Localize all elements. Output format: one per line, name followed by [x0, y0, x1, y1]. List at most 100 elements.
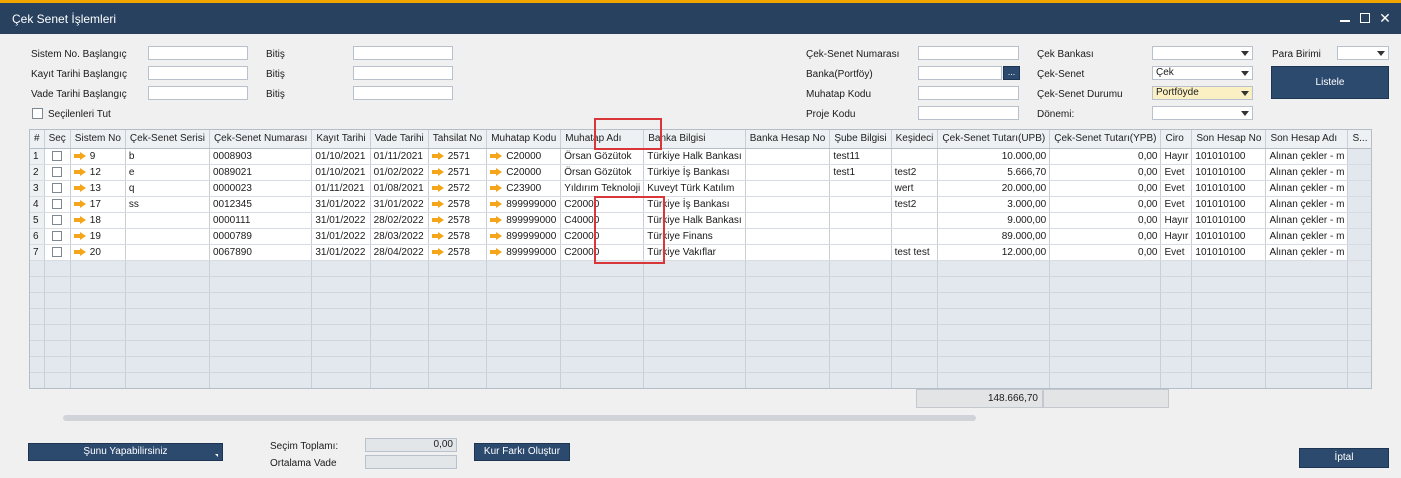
link-arrow-icon[interactable]	[490, 215, 503, 224]
link-cell[interactable]: 17	[70, 196, 126, 213]
link-cell[interactable]: 2571	[428, 148, 488, 165]
link-cell[interactable]: 2578	[428, 228, 488, 245]
column-header[interactable]: #	[30, 130, 45, 149]
link-arrow-icon[interactable]	[73, 199, 86, 208]
table-row[interactable]: 4 17 ss 0012345 31/01/2022 31/01/2022 2578 8999…	[30, 196, 1371, 213]
secilenleri-tut-checkbox[interactable]	[32, 108, 43, 119]
link-arrow-icon[interactable]	[431, 151, 444, 160]
column-header[interactable]: Çek-Senet Tutarı(UPB)	[937, 130, 1051, 149]
row-select-cell[interactable]	[44, 212, 71, 229]
link-arrow-icon[interactable]	[73, 167, 86, 176]
column-header[interactable]: Vade Tarihi	[370, 130, 429, 149]
link-cell[interactable]: 2578	[428, 212, 488, 229]
link-cell[interactable]: 9	[70, 148, 126, 165]
table-row[interactable]: 6 19 0000789 31/01/2022 28/03/2022 2578 899999…	[30, 228, 1371, 245]
row-select-checkbox[interactable]	[51, 198, 62, 209]
link-arrow-icon[interactable]	[73, 151, 86, 160]
iptal-button[interactable]: İptal	[1299, 448, 1389, 468]
row-select-checkbox[interactable]	[51, 182, 62, 193]
column-header[interactable]: Ciro	[1160, 130, 1193, 149]
link-cell[interactable]: 12	[70, 164, 126, 181]
banka-portfoy-input[interactable]	[918, 66, 1002, 80]
link-arrow-icon[interactable]	[431, 167, 444, 176]
row-select-cell[interactable]	[44, 164, 71, 181]
link-cell[interactable]: 899999000	[486, 244, 562, 261]
row-select-checkbox[interactable]	[51, 150, 62, 161]
link-cell[interactable]: C20000	[486, 164, 562, 181]
link-arrow-icon[interactable]	[431, 183, 444, 192]
donem-select[interactable]	[1152, 106, 1253, 120]
link-cell[interactable]: 20	[70, 244, 126, 261]
maximize-button[interactable]	[1356, 9, 1374, 27]
row-select-cell[interactable]	[44, 228, 71, 245]
minimize-button[interactable]	[1336, 9, 1354, 27]
banka-lookup-button[interactable]: ...	[1003, 66, 1020, 80]
link-arrow-icon[interactable]	[431, 199, 444, 208]
cek-senet-numarasi-input[interactable]	[918, 46, 1019, 60]
sistem-no-end-input[interactable]	[353, 46, 453, 60]
close-button[interactable]: ✕	[1376, 9, 1394, 27]
sunu-yapabilirsiniz-button[interactable]: Şunu Yapabilirsiniz	[28, 443, 223, 461]
link-arrow-icon[interactable]	[73, 215, 86, 224]
link-arrow-icon[interactable]	[431, 215, 444, 224]
link-cell[interactable]: 19	[70, 228, 126, 245]
row-select-checkbox[interactable]	[51, 246, 62, 257]
link-cell[interactable]: 2571	[428, 164, 488, 181]
link-cell[interactable]: C20000	[486, 148, 562, 165]
column-header[interactable]: Kayıt Tarihi	[311, 130, 371, 149]
column-header[interactable]: Seç	[44, 130, 71, 149]
column-header[interactable]: Son Hesap No	[1191, 130, 1267, 149]
row-select-cell[interactable]	[44, 148, 71, 165]
column-header[interactable]: S...	[1347, 130, 1371, 149]
row-select-checkbox[interactable]	[51, 214, 62, 225]
para-birimi-select[interactable]	[1337, 46, 1389, 60]
cek-bankasi-select[interactable]	[1152, 46, 1253, 60]
horizontal-scrollbar[interactable]	[63, 415, 976, 421]
column-header[interactable]: Şube Bilgisi	[829, 130, 892, 149]
cek-senet-select[interactable]: Çek	[1152, 66, 1253, 80]
row-select-cell[interactable]	[44, 180, 71, 197]
column-header[interactable]: Çek-Senet Tutarı(YPB)	[1049, 130, 1162, 149]
table-row[interactable]: 3 13 q 0000023 01/11/2021 01/08/2021 2572 C2390…	[30, 180, 1371, 197]
table-row[interactable]: 5 18 0000111 31/01/2022 28/02/2022 2578 899999…	[30, 212, 1371, 229]
column-header[interactable]: Çek-Senet Serisi	[125, 130, 210, 149]
kayit-tarihi-end-input[interactable]	[353, 66, 453, 80]
column-header[interactable]: Çek-Senet Numarası	[209, 130, 313, 149]
row-select-checkbox[interactable]	[51, 230, 62, 241]
column-header[interactable]: Son Hesap Adı	[1265, 130, 1349, 149]
row-select-cell[interactable]	[44, 244, 71, 261]
link-arrow-icon[interactable]	[431, 247, 444, 256]
link-arrow-icon[interactable]	[490, 199, 503, 208]
table-row[interactable]: 2 12 e 0089021 01/10/2021 01/02/2022 2571 C2000…	[30, 164, 1371, 181]
column-header[interactable]: Keşideci	[891, 130, 939, 149]
muhatap-kodu-input[interactable]	[918, 86, 1019, 100]
link-arrow-icon[interactable]	[490, 247, 503, 256]
link-arrow-icon[interactable]	[490, 167, 503, 176]
cek-senet-durumu-select[interactable]: Portföyde	[1152, 86, 1253, 100]
vade-tarihi-start-input[interactable]	[148, 86, 248, 100]
row-select-checkbox[interactable]	[51, 166, 62, 177]
link-cell[interactable]: 899999000	[486, 212, 562, 229]
vade-tarihi-end-input[interactable]	[353, 86, 453, 100]
listele-button[interactable]: Listele	[1271, 66, 1389, 99]
link-cell[interactable]: 18	[70, 212, 126, 229]
kayit-tarihi-start-input[interactable]	[148, 66, 248, 80]
link-arrow-icon[interactable]	[490, 151, 503, 160]
table-row[interactable]: 1 9 b 0008903 01/10/2021 01/11/2021 2571 C20000…	[30, 148, 1371, 165]
link-arrow-icon[interactable]	[431, 231, 444, 240]
link-arrow-icon[interactable]	[490, 231, 503, 240]
link-arrow-icon[interactable]	[73, 247, 86, 256]
link-cell[interactable]: 2572	[428, 180, 488, 197]
link-cell[interactable]: 2578	[428, 196, 488, 213]
kur-farki-olustur-button[interactable]: Kur Farkı Oluştur	[474, 443, 570, 461]
link-arrow-icon[interactable]	[73, 231, 86, 240]
link-cell[interactable]: 899999000	[486, 228, 562, 245]
link-arrow-icon[interactable]	[73, 183, 86, 192]
link-cell[interactable]: 899999000	[486, 196, 562, 213]
link-cell[interactable]: 13	[70, 180, 126, 197]
link-cell[interactable]: 2578	[428, 244, 488, 261]
proje-kodu-input[interactable]	[918, 106, 1019, 120]
sistem-no-start-input[interactable]	[148, 46, 248, 60]
link-arrow-icon[interactable]	[490, 183, 503, 192]
column-header[interactable]: Tahsilat No	[428, 130, 488, 149]
